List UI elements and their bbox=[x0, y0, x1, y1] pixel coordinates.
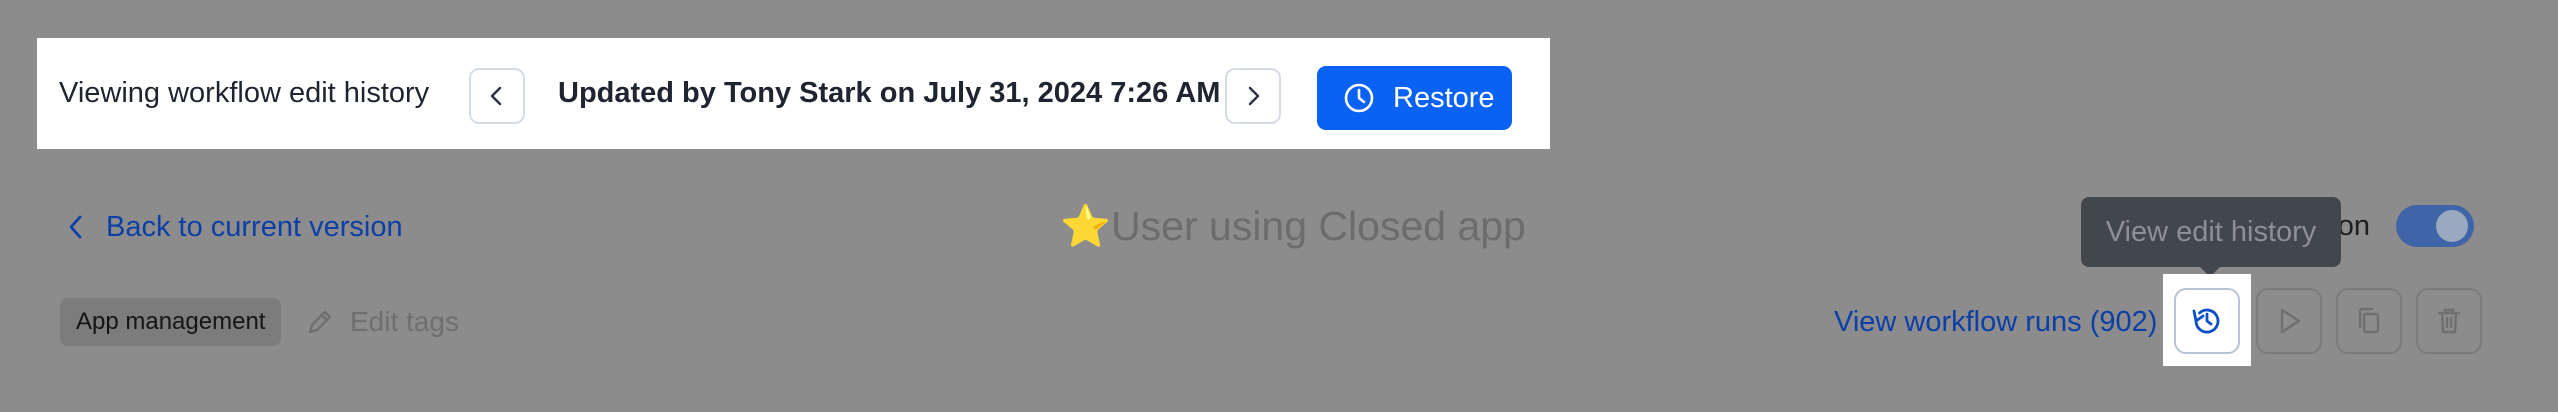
tag-chip[interactable]: App management bbox=[60, 298, 282, 346]
workflow-toggle[interactable] bbox=[2396, 205, 2474, 247]
previous-version-button[interactable] bbox=[469, 68, 525, 124]
edit-tags-label: Edit tags bbox=[350, 306, 459, 337]
version-updated-text: Updated by Tony Stark on July 31, 2024 7… bbox=[558, 77, 1221, 109]
duplicate-workflow-button[interactable] bbox=[2336, 288, 2402, 354]
view-workflow-runs-link[interactable]: View workflow runs (902) bbox=[1834, 298, 2157, 346]
play-icon bbox=[2280, 308, 2301, 334]
toggle-knob bbox=[2436, 210, 2468, 242]
delete-workflow-button[interactable] bbox=[2416, 288, 2482, 354]
edit-history-tooltip: View edit history bbox=[2081, 197, 2341, 267]
next-version-button[interactable] bbox=[1225, 68, 1281, 124]
edit-tags-button[interactable]: Edit tags bbox=[304, 298, 459, 346]
history-bar: Viewing workflow edit history Updated by… bbox=[37, 38, 1550, 149]
history-icon bbox=[2192, 308, 2220, 334]
history-label: Viewing workflow edit history bbox=[59, 77, 430, 109]
back-to-current-version-link[interactable]: Back to current version bbox=[66, 205, 403, 249]
pencil-icon bbox=[308, 310, 332, 334]
back-link-label: Back to current version bbox=[106, 211, 403, 243]
workflow-title: User using Closed app bbox=[1111, 203, 1526, 249]
restore-button[interactable]: Restore bbox=[1317, 66, 1512, 130]
copy-icon bbox=[2358, 307, 2380, 334]
chevron-left-icon bbox=[69, 215, 82, 239]
star-icon: ⭐ bbox=[1060, 203, 1112, 249]
restore-label: Restore bbox=[1393, 81, 1495, 114]
trash-icon bbox=[2437, 308, 2461, 334]
chevron-left-icon bbox=[490, 86, 502, 106]
view-edit-history-button[interactable] bbox=[2174, 288, 2240, 354]
run-workflow-button[interactable] bbox=[2256, 288, 2322, 354]
page-title: ⭐ User using Closed app bbox=[1060, 198, 1526, 254]
chevron-right-icon bbox=[1248, 86, 1260, 106]
clock-icon bbox=[1344, 83, 1374, 113]
